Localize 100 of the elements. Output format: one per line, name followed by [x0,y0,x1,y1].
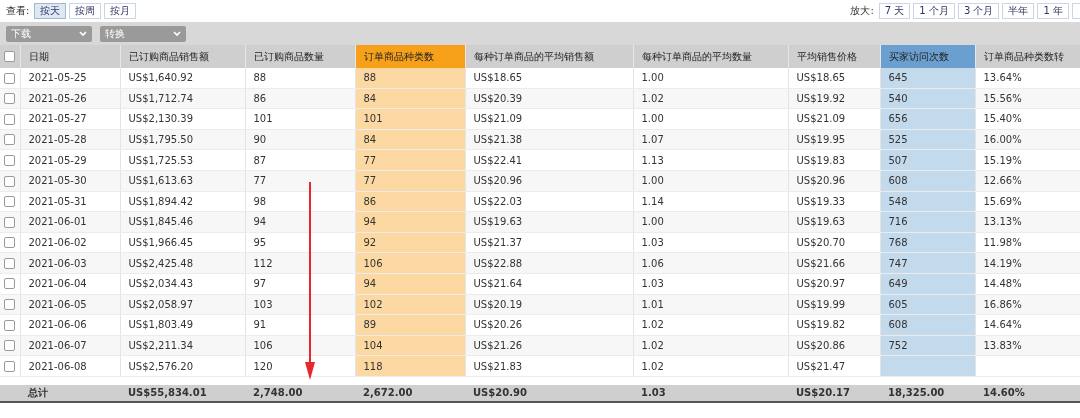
row-checkbox[interactable] [4,72,16,84]
table-cell: 645 [888,72,908,84]
table-cell: US$21.83 [473,360,523,372]
table-cell: US$19.99 [796,298,846,310]
row-checkbox[interactable] [4,134,16,146]
total-cell: US$55,834.01 [128,387,207,399]
row-checkbox[interactable] [4,175,16,187]
table-cell: 2021-06-05 [28,298,87,310]
table-cell: 1.07 [641,134,664,146]
table-cell: 15.69% [983,195,1022,207]
table-cell: 2021-06-01 [28,216,87,228]
table-cell: 91 [253,319,267,331]
table-cell: 15.19% [983,154,1022,166]
total-cell: 2,748.00 [253,387,303,399]
table-cell: 1.00 [641,216,664,228]
total-cell: 14.60% [983,387,1025,399]
table-cell: 94 [253,216,267,228]
table-cell: 1.13 [641,154,664,166]
table-cell: 2021-05-29 [28,154,87,166]
period-tab[interactable]: 按月 [104,3,137,19]
range-button[interactable]: 1 个月 [913,3,955,19]
column-header[interactable]: 每种订单商品的平均销售额 [465,45,633,68]
table-cell: US$18.65 [796,72,846,84]
table-cell: US$20.39 [473,92,523,104]
total-cell: 总计 [28,386,48,398]
table-cell: 605 [888,298,908,310]
table-cell: 2021-05-26 [28,92,87,104]
column-header[interactable]: 日期 [20,45,120,68]
table-cell: US$21.09 [473,113,523,125]
column-header[interactable]: 买家访问次数 [880,45,975,68]
row-checkbox[interactable] [4,93,16,105]
table-cell: US$20.86 [796,340,846,351]
range-button[interactable]: 7 天 [878,3,911,19]
table-cell: US$1,966.45 [128,237,194,249]
range-button[interactable]: 3 个月 [957,3,1000,19]
table-cell: US$19.92 [796,92,846,104]
table-cell: 716 [888,216,908,228]
column-header[interactable]: 每种订单商品的平均数量 [633,45,788,68]
table-cell: US$21.66 [796,257,846,269]
table-cell: US$2,034.43 [128,278,194,290]
table-cell: 1.02 [641,92,664,104]
row-checkbox[interactable] [4,257,16,269]
table-cell: 525 [888,134,908,146]
table-cell: 2021-06-08 [28,360,87,372]
column-header[interactable]: 平均销售价格 [788,45,880,68]
table-cell: 608 [888,319,908,331]
row-checkbox[interactable] [4,237,16,249]
row-checkbox[interactable] [4,299,16,311]
table-cell: 14.64% [983,319,1022,331]
column-header[interactable]: 订单商品种类数 [355,45,465,68]
row-checkbox[interactable] [4,278,16,290]
range-button[interactable] [1072,3,1080,19]
table-cell: 2021-05-28 [28,134,87,146]
row-checkbox[interactable] [4,113,16,125]
range-button[interactable]: 半年 [1002,3,1035,19]
table-cell: 1.00 [641,175,664,187]
table-cell: US$19.95 [796,134,846,146]
table-cell: 2021-06-06 [28,319,87,331]
column-header[interactable]: 已订购商品销售额 [120,45,245,68]
table-cell: US$20.96 [473,175,523,187]
column-header[interactable]: 订单商品种类数转 [975,45,1080,68]
total-cell: 2,672.00 [363,387,413,399]
table-cell: US$18.65 [473,72,523,84]
row-checkbox[interactable] [4,319,16,331]
select-all-checkbox[interactable] [4,51,16,63]
table-cell: US$20.19 [473,298,523,310]
table-cell: 77 [363,154,377,166]
table-cell: US$2,211.34 [128,340,194,351]
table-cell: 1.00 [641,72,664,84]
table-cell: 90 [253,134,267,146]
column-header[interactable]: 已订购商品数量 [245,45,355,68]
table-cell: 1.14 [641,195,664,207]
table-cell: 101 [363,113,383,125]
table-cell: US$21.38 [473,134,523,146]
table-cell: US$22.88 [473,257,523,269]
table-cell: 13.64% [983,72,1022,84]
row-checkbox[interactable] [4,154,16,166]
total-cell: 18,325.00 [888,387,945,399]
table-cell: 15.56% [983,92,1022,104]
table-cell: US$19.82 [796,319,846,331]
table-cell: 16.86% [983,298,1022,310]
period-tab[interactable]: 按周 [69,3,102,19]
table-cell: 84 [363,92,377,104]
row-checkbox[interactable] [4,340,16,352]
row-checkbox[interactable] [4,216,16,228]
table-cell: 13.83% [983,340,1022,351]
table-cell: US$1,894.42 [128,195,194,207]
table-cell: 2021-06-03 [28,257,87,269]
period-tab[interactable]: 按天 [34,3,67,19]
table-cell: US$2,425.48 [128,257,194,269]
range-button[interactable]: 1 年 [1037,3,1069,19]
table-cell: 2021-05-31 [28,195,87,207]
table-cell: 87 [253,154,267,166]
row-checkbox[interactable] [4,196,16,208]
total-cell: US$20.17 [796,387,850,399]
table-cell: 768 [888,237,908,249]
view-label: 查看: [6,4,30,18]
table-cell: US$1,725.53 [128,154,194,166]
table-cell: 16.00% [983,134,1022,146]
row-checkbox[interactable] [4,360,16,372]
